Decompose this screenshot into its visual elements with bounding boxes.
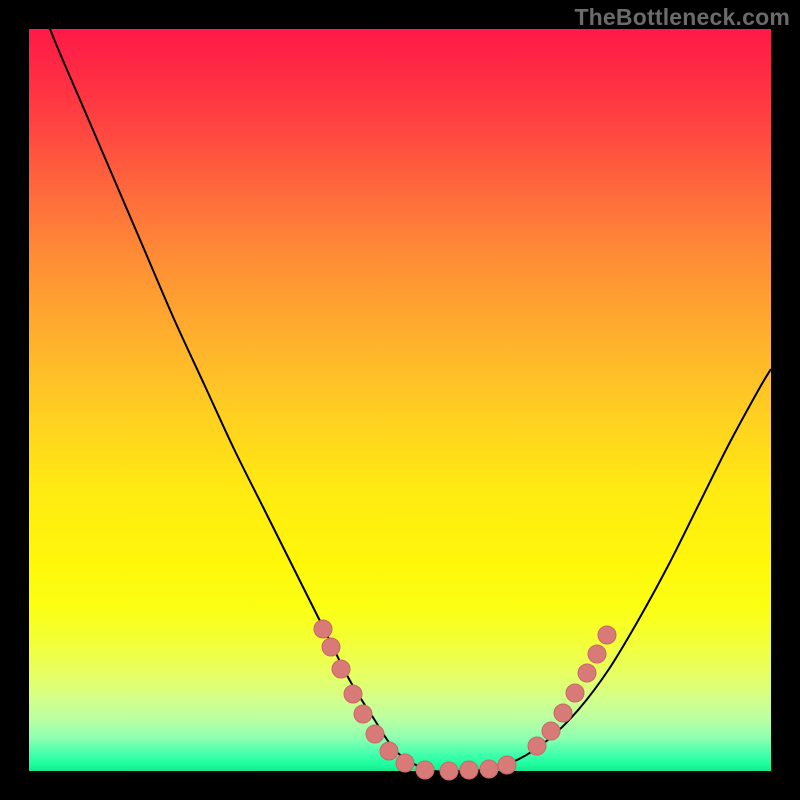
marker-point (366, 725, 384, 743)
marker-point (416, 761, 434, 779)
marker-point (542, 722, 560, 740)
marker-point (554, 704, 572, 722)
chart-frame (29, 29, 771, 771)
marker-point (314, 620, 332, 638)
marker-point (322, 638, 340, 656)
bottleneck-curve (29, 0, 771, 772)
marker-point (344, 685, 362, 703)
marker-point (380, 742, 398, 760)
marker-point (578, 664, 596, 682)
marker-point (528, 737, 546, 755)
marker-point (480, 760, 498, 778)
marker-point (598, 626, 616, 644)
chart-svg (29, 29, 771, 771)
marker-point (396, 754, 414, 772)
marker-point (440, 762, 458, 780)
marker-point (566, 684, 584, 702)
watermark-text: TheBottleneck.com (574, 4, 790, 31)
marker-point (460, 761, 478, 779)
marker-point (498, 756, 516, 774)
marker-point (354, 705, 372, 723)
highlighted-points (314, 620, 616, 780)
marker-point (588, 645, 606, 663)
marker-point (332, 660, 350, 678)
